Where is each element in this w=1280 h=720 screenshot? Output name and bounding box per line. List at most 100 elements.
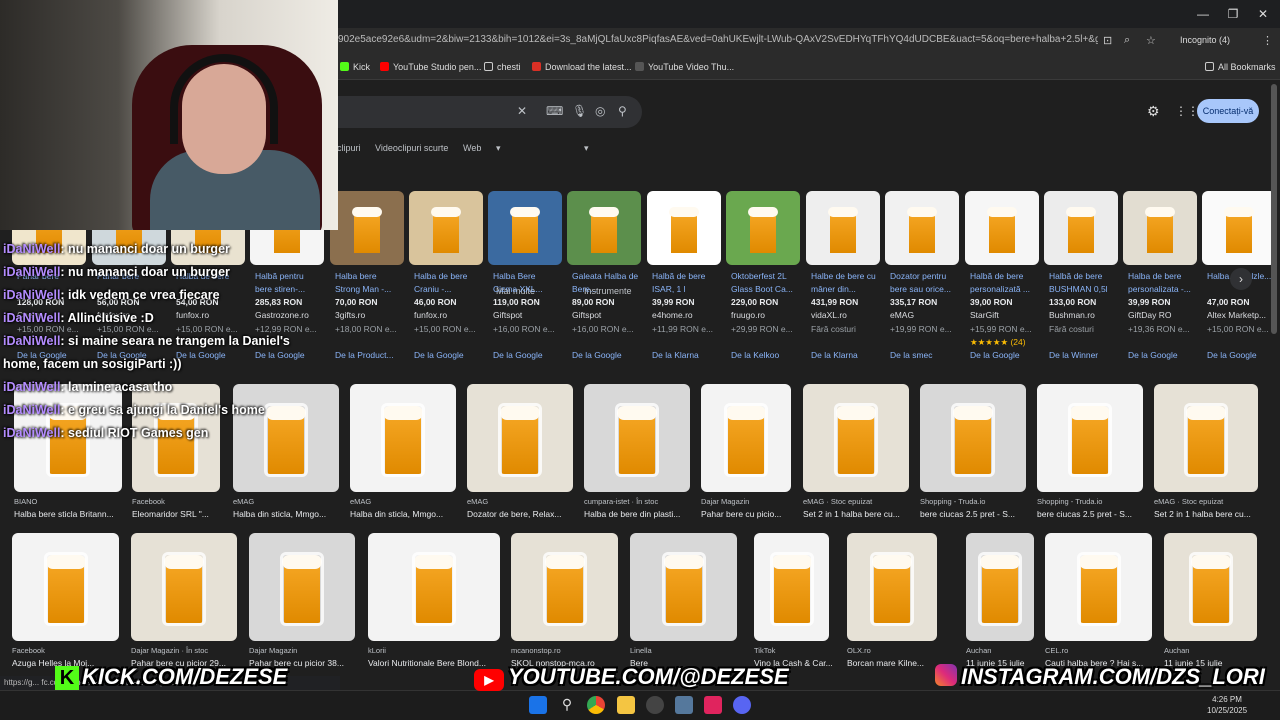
bookmark-label: YouTube Studio pen... — [393, 62, 482, 72]
image-result[interactable]: eMAG Dozator de bere, Relax... — [467, 384, 583, 522]
apps-icon[interactable]: ⋮⋮ — [1175, 104, 1199, 118]
image-result[interactable]: Shopping - Truda.io bere ciucas 2.5 pret… — [920, 384, 1036, 522]
shopping-card[interactable]: Oktoberfest 2L Glass Boot Ca... 229,00 R… — [726, 191, 800, 366]
lens-icon[interactable]: ◎ — [595, 104, 605, 118]
explorer-icon[interactable] — [617, 696, 635, 714]
image-result[interactable]: TikTok Vino la Cash & Car... — [754, 533, 839, 671]
image-result[interactable]: kLorii Valori Nutritionale Bere Blond... — [368, 533, 510, 671]
zoom-icon[interactable]: ⌕ — [1124, 34, 1130, 47]
product-source[interactable]: De la Google — [970, 350, 1020, 360]
image-result[interactable]: Dajar Magazin Pahar bere cu picio... — [701, 384, 801, 522]
tab-more[interactable]: Mai multe ▾ — [496, 143, 535, 296]
glass-graphic — [498, 403, 542, 477]
tab-clipuri[interactable]: clipuri — [337, 143, 361, 153]
maximize-button[interactable]: ❐ — [1218, 4, 1248, 24]
clear-icon[interactable]: ✕ — [517, 104, 527, 118]
result-image — [920, 384, 1026, 492]
sign-in-button[interactable]: Conectați-vă — [1197, 99, 1259, 123]
image-result[interactable]: Facebook Azuga Helles la Moj... — [12, 533, 129, 671]
chat-username: iDaNiWell — [3, 380, 61, 394]
product-source[interactable]: De la Klarna — [811, 350, 858, 360]
shopping-card[interactable]: Dozator pentru bere sau orice... 335,17 … — [885, 191, 959, 366]
translate-icon[interactable]: ⊡ — [1103, 34, 1112, 47]
product-source[interactable]: De la Google — [1207, 350, 1257, 360]
start-icon[interactable] — [529, 696, 547, 714]
shopping-card[interactable]: Halbă de bere ISAR, 1 l 39,99 RON e4home… — [647, 191, 721, 366]
image-result[interactable]: Linella Bere — [630, 533, 747, 671]
obs-icon[interactable] — [646, 696, 664, 714]
clock[interactable]: 4:26 PM 10/25/2025 — [1207, 694, 1247, 716]
chat-message: iDaNiWell: si maine seara ne trangem la … — [3, 330, 323, 353]
carousel-next-button[interactable]: › — [1230, 268, 1252, 290]
search-box[interactable]: ✕ ⌨ 🎙 ◎ ⚲ — [336, 96, 642, 128]
image-result[interactable]: Auchan 11 iunie 15 iulie — [966, 533, 1044, 671]
bookmark-item[interactable]: YouTube Video Thu... — [635, 62, 734, 72]
product-source[interactable]: De la Google — [1128, 350, 1178, 360]
tab-tools[interactable]: Instrumente ▾ — [584, 143, 632, 296]
result-image — [966, 533, 1034, 641]
image-result[interactable]: OLX.ro Borcan mare Kilne... — [847, 533, 947, 671]
product-source[interactable]: De la smec — [890, 350, 933, 360]
product-source[interactable]: De la Product... — [335, 350, 394, 360]
product-source[interactable]: De la Kelkoo — [731, 350, 779, 360]
shopping-card[interactable]: Halbe de bere cu mâner din... 431,99 RON… — [806, 191, 880, 366]
shopping-card[interactable]: Halba bere Strong Man -... 70,00 RON 3gi… — [330, 191, 404, 366]
product-source[interactable]: De la Google — [572, 350, 622, 360]
image-result[interactable]: eMAG · Stoc epuizat Set 2 in 1 halba ber… — [803, 384, 919, 522]
image-result[interactable]: cumpara-istet · În stoc Halba de bere di… — [584, 384, 700, 522]
beer-graphic — [671, 213, 697, 253]
minimize-button[interactable]: — — [1188, 4, 1218, 24]
settings-icon[interactable]: ⚙ — [1147, 103, 1160, 120]
incognito-indicator[interactable]: Incognito (4) — [1180, 35, 1230, 45]
product-source[interactable]: De la Google — [493, 350, 543, 360]
image-result[interactable]: Shopping - Truda.io bere ciucas 2.5 pret… — [1037, 384, 1153, 522]
star-icon[interactable]: ☆ — [1146, 34, 1156, 47]
bookmark-item[interactable]: Kick — [340, 62, 370, 72]
url-field[interactable]: 902e5ace92e6&udm=2&biw=2133&bih=1012&ei=… — [338, 34, 1098, 50]
image-result[interactable]: eMAG · Stoc epuizat Set 2 in 1 halba ber… — [1154, 384, 1268, 522]
shopping-card[interactable]: Galeata Halba de Bere... 89,00 RON Gifts… — [567, 191, 641, 366]
close-button[interactable]: ✕ — [1248, 4, 1278, 24]
image-result[interactable]: mcanonstop.ro SKOL nonstop-mca.ro — [511, 533, 628, 671]
glass-graphic — [1068, 403, 1112, 477]
beer-foam-graphic — [907, 207, 937, 217]
bookmark-item[interactable]: All Bookmarks — [1205, 62, 1276, 72]
taskbar-search-icon[interactable]: ⚲ — [558, 696, 576, 714]
tab-videoclipuri-scurte[interactable]: Videoclipuri scurte — [375, 143, 448, 153]
shopping-card[interactable]: Halba de bere personalizata -... 39,99 R… — [1123, 191, 1197, 366]
result-source: Shopping - Truda.io — [1037, 497, 1103, 506]
product-source[interactable]: De la Klarna — [652, 350, 699, 360]
shopping-card[interactable]: Halbă de bere BUSHMAN 0,5l 133,00 RON Bu… — [1044, 191, 1118, 366]
tiktok-icon[interactable] — [704, 696, 722, 714]
image-result[interactable]: Auchan 11 iunie 15 iulie — [1164, 533, 1267, 671]
bookmark-item[interactable]: chesti — [484, 62, 521, 72]
steam-icon[interactable] — [675, 696, 693, 714]
product-source[interactable]: De la Winner — [1049, 350, 1098, 360]
image-result[interactable]: eMAG Halba din sticla, Mmgo... — [350, 384, 466, 522]
glass-graphic — [870, 552, 914, 626]
shopping-card[interactable]: Halbă de bere personalizată ... 39,00 RO… — [965, 191, 1039, 366]
beer-graphic — [591, 213, 617, 253]
shopping-card[interactable]: Halba de bere Craniu -... 46,00 RON funf… — [409, 191, 483, 366]
search-icon[interactable]: ⚲ — [618, 104, 627, 118]
mic-icon[interactable]: 🎙 — [572, 104, 587, 118]
shopping-card[interactable]: Halba Bere Cizma XXL... 119,00 RON Gifts… — [488, 191, 562, 366]
product-title: Galeata Halba de Bere... — [572, 271, 639, 294]
image-result[interactable]: Dajar Magazin Pahar bere cu picior 38... — [249, 533, 365, 671]
chrome-icon[interactable] — [587, 696, 605, 714]
beer-graphic — [1226, 213, 1252, 253]
keyboard-icon[interactable]: ⌨ — [546, 104, 563, 118]
image-result[interactable]: CEL.ro Cauti halba bere ? Hai s... — [1045, 533, 1162, 671]
product-title: Halbă de bere personalizată ... — [970, 271, 1031, 294]
discord-icon[interactable] — [733, 696, 751, 714]
bookmark-item[interactable]: YouTube Studio pen... — [380, 62, 481, 72]
image-result[interactable]: Dajar Magazin · În stoc Pahar bere cu pi… — [131, 533, 247, 671]
scrollbar[interactable] — [1271, 84, 1277, 334]
result-title: bere ciucas 2.5 pret - S... — [920, 509, 1015, 519]
bookmark-item[interactable]: Download the latest... — [532, 62, 632, 72]
product-source[interactable]: De la Google — [414, 350, 464, 360]
tab-web[interactable]: Web — [463, 143, 481, 153]
menu-icon[interactable]: ⋮ — [1262, 34, 1273, 47]
result-source: Dajar Magazin — [701, 497, 750, 506]
result-image — [350, 384, 456, 492]
